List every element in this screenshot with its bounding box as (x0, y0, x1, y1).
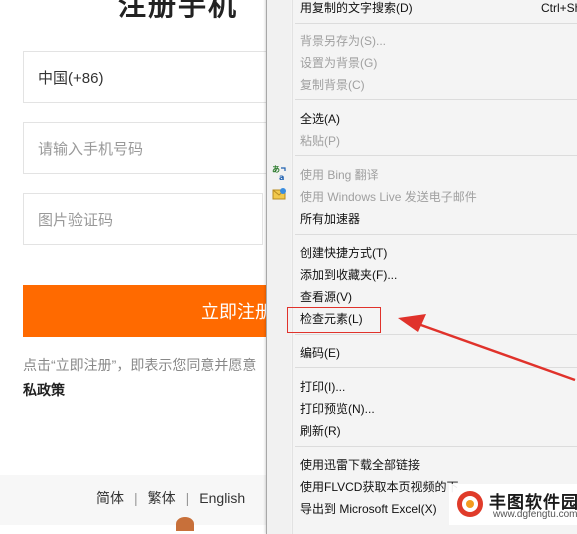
privacy-policy-link[interactable]: 私政策 (23, 380, 65, 400)
menu-icon-gutter (267, 0, 291, 534)
menu-item-print-preview[interactable]: 打印预览(N)... (300, 401, 375, 417)
menu-item-label: 用复制的文字搜索(D) (300, 1, 413, 15)
register-button-label: 立即注册 (201, 302, 273, 322)
lang-traditional[interactable]: 繁体 (148, 490, 176, 506)
menu-item-bing-translate: 使用 Bing 翻译 (300, 168, 379, 182)
menu-item-paste: 粘贴(P) (300, 134, 340, 148)
highlight-box (287, 307, 381, 333)
captcha-placeholder: 图片验证码 (38, 211, 114, 229)
menu-item-encoding[interactable]: 编码(E) (300, 345, 340, 361)
svg-text:a: a (279, 173, 284, 181)
captcha-input[interactable]: 图片验证码 (23, 193, 263, 245)
language-switcher: 简体 | 繁体 | English (96, 488, 245, 508)
menu-item-windows-live-email: 使用 Windows Live 发送电子邮件 (300, 190, 477, 204)
agreement-text: 点击“立即注册”，即表示您同意并愿意 (23, 357, 257, 373)
register-button[interactable]: 立即注册 (23, 285, 283, 337)
phone-input[interactable]: 请输入手机号码 (23, 122, 283, 174)
menu-item-create-shortcut[interactable]: 创建快捷方式(T) (300, 245, 387, 261)
menu-item-add-to-favorites[interactable]: 添加到收藏夹(F)... (300, 267, 397, 283)
menu-item-export-excel[interactable]: 导出到 Microsoft Excel(X) (300, 501, 437, 517)
menu-item-thunder-download-all[interactable]: 使用迅雷下载全部链接 (300, 457, 420, 473)
annotation-arrow (398, 314, 576, 382)
menu-item-flvcd-get-video[interactable]: 使用FLVCD获取本页视频的下 (300, 479, 458, 495)
mail-icon (272, 187, 287, 201)
menu-item-search-copied-text[interactable]: 用复制的文字搜索(D) Ctrl+Shift+L (300, 0, 577, 16)
country-code-select[interactable]: 中国(+86) (23, 51, 283, 103)
lang-divider: | (185, 490, 190, 506)
menu-separator (295, 23, 577, 24)
menu-separator (295, 155, 577, 156)
menu-item-shortcut: Ctrl+Shift+L (541, 1, 577, 15)
menu-item-copy-background: 复制背景(C) (300, 78, 365, 92)
context-menu: 用复制的文字搜索(D) Ctrl+Shift+L 背景另存为(S)... 设置为… (266, 0, 577, 534)
menu-item-select-all[interactable]: 全选(A) (300, 111, 340, 127)
menu-separator (295, 234, 577, 235)
translate-icon: あ a (272, 165, 288, 182)
lang-english[interactable]: English (199, 490, 245, 506)
lang-simplified[interactable]: 简体 (96, 490, 124, 506)
watermark-url: www.dgfengtu.com (493, 509, 577, 520)
menu-item-set-as-background: 设置为背景(G) (300, 56, 378, 70)
phone-placeholder: 请输入手机号码 (38, 140, 144, 158)
menu-item-print[interactable]: 打印(I)... (300, 379, 345, 395)
menu-separator (295, 99, 577, 100)
lang-divider: | (134, 490, 138, 506)
menu-separator (295, 446, 577, 447)
menu-gutter-divider (292, 0, 293, 534)
mascot-icon (176, 517, 194, 531)
watermark: 丰图软件园 www.dgfengtu.com (449, 484, 577, 525)
watermark-logo-icon (455, 489, 485, 519)
menu-item-all-accelerators[interactable]: 所有加速器 (300, 211, 360, 227)
menu-item-view-source[interactable]: 查看源(V) (300, 289, 352, 305)
menu-item-save-background: 背景另存为(S)... (300, 34, 386, 48)
page-title: 注册手机 (118, 0, 239, 21)
menu-item-refresh[interactable]: 刷新(R) (300, 423, 341, 439)
country-code-value: 中国(+86) (38, 69, 104, 87)
